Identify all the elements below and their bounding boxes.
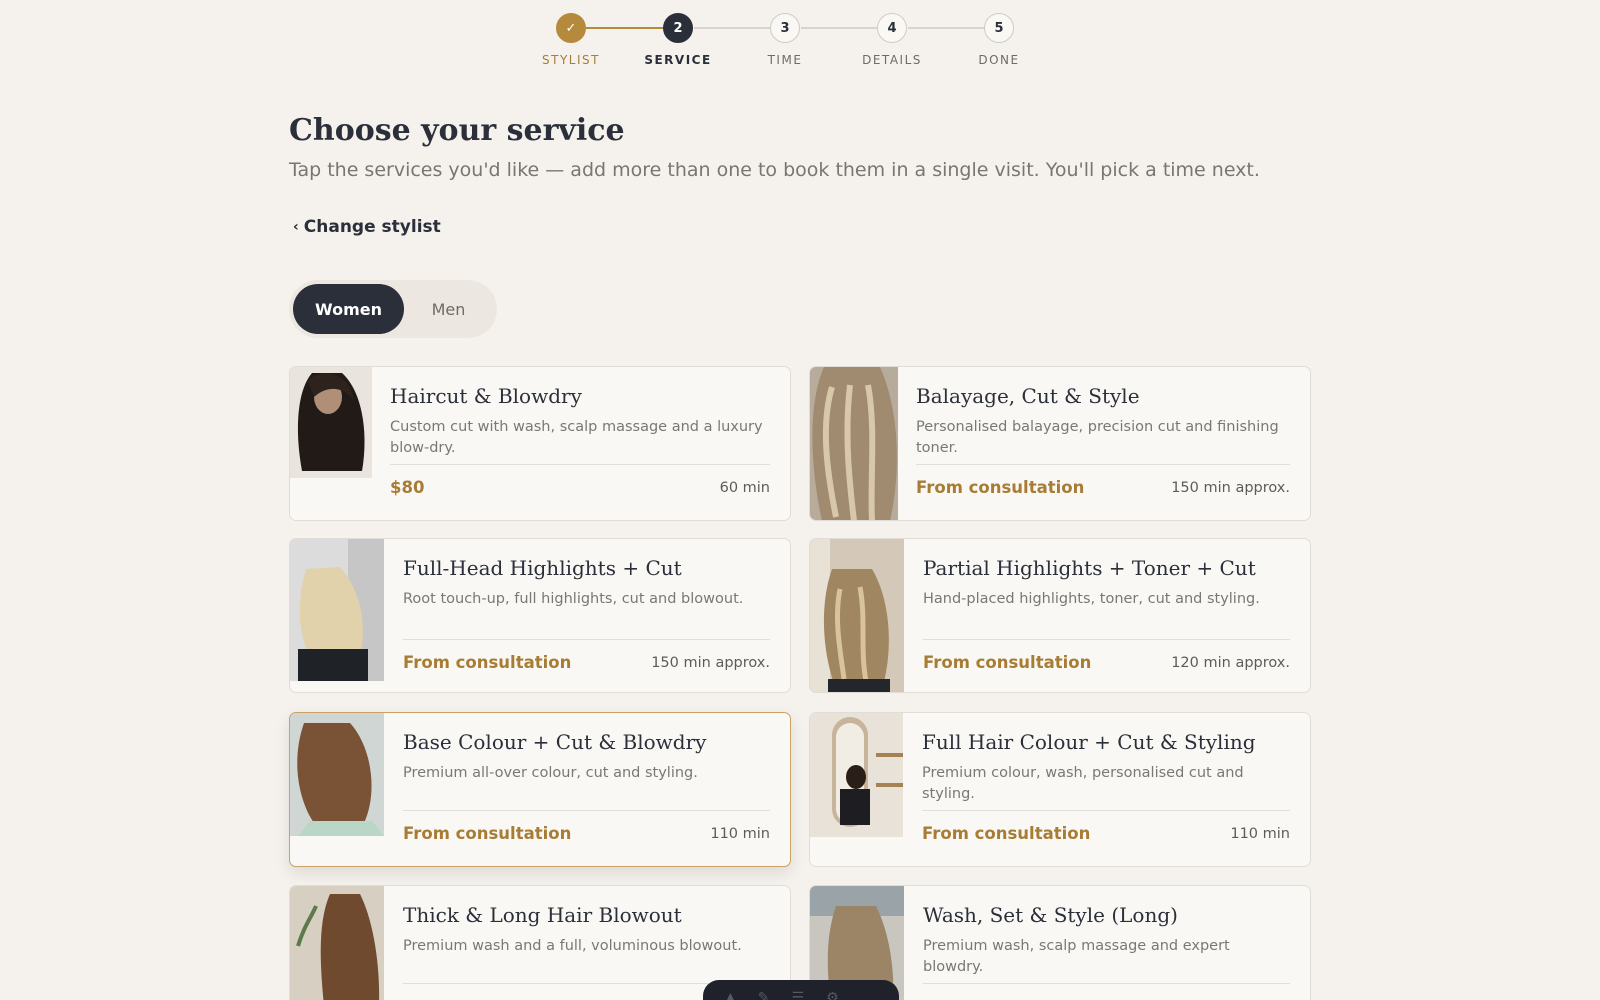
service-photo [290,713,384,836]
step-number: 3 [770,13,800,43]
service-title: Partial Highlights + Toner + Cut [923,556,1256,580]
toolbar-icon[interactable]: ▲ [725,990,736,1000]
service-description: Custom cut with wash, scalp massage and … [390,419,763,456]
service-card-base-colour[interactable]: Base Colour + Cut & Blowdry Premium all-… [289,712,791,867]
step-stylist[interactable]: ✓ STYLIST [531,13,611,67]
service-price: From consultation [403,653,572,672]
service-description: Premium wash and a full, voluminous blow… [403,938,742,954]
service-price: From consultation [922,824,1091,843]
service-description: Personalised balayage, precision cut and… [916,419,1279,456]
service-price: From consultation [916,478,1085,497]
toolbar-icon[interactable]: ☰ [792,990,805,1000]
step-label: STYLIST [542,53,600,67]
service-card-partial-highlights[interactable]: Partial Highlights + Toner + Cut Hand-pl… [809,538,1311,693]
step-done: 5 DONE [959,13,1039,67]
service-duration: 110 min [710,825,770,842]
service-title: Thick & Long Hair Blowout [403,903,682,927]
step-label: DETAILS [862,53,922,67]
progress-stepper: ✓ STYLIST 2 SERVICE 3 TIME 4 DETAILS 5 D… [542,13,1035,73]
service-title: Wash, Set & Style (Long) [923,903,1178,927]
service-duration: 60 min [719,479,770,496]
chevron-left-icon: ‹ [293,219,299,235]
service-price: $80 [390,478,425,497]
service-card-full-hair-colour[interactable]: Full Hair Colour + Cut & Styling Premium… [809,712,1311,867]
service-price: From consultation [403,824,572,843]
service-description: Root touch-up, full highlights, cut and … [403,591,744,607]
step-service: 2 SERVICE [638,13,718,67]
service-title: Base Colour + Cut & Blowdry [403,730,707,754]
service-card-full-head-highlights[interactable]: Full-Head Highlights + Cut Root touch-up… [289,538,791,693]
service-duration: 110 min [1230,825,1290,842]
service-photo [290,367,372,478]
floating-toolbar[interactable]: ▲ ✎ ☰ ⚙ [703,980,899,1000]
service-duration: 150 min approx. [651,654,770,671]
check-icon: ✓ [556,13,586,43]
service-duration: 120 min approx. [1171,654,1290,671]
service-photo [290,539,384,681]
service-description: Hand-placed highlights, toner, cut and s… [923,591,1260,607]
men-tab[interactable]: Men [404,284,493,334]
service-duration: 150 min approx. [1171,479,1290,496]
step-label: DONE [978,53,1020,67]
service-photo [810,713,903,837]
step-number: 5 [984,13,1014,43]
service-card-balayage[interactable]: Balayage, Cut & Style Personalised balay… [809,366,1311,521]
service-description: Premium all-over colour, cut and styling… [403,765,698,781]
women-tab[interactable]: Women [293,284,404,334]
step-number: 2 [663,13,693,43]
service-price: From consultation [923,653,1092,672]
step-number: 4 [877,13,907,43]
page-subtitle: Tap the services you'd like — add more t… [289,159,1260,181]
change-stylist-link[interactable]: ‹ Change stylist [293,217,441,237]
service-description: Premium colour, wash, personalised cut a… [922,765,1244,802]
gender-toggle: Women Men [289,280,497,338]
step-time: 3 TIME [745,13,825,67]
service-photo [810,367,898,520]
service-description: Premium wash, scalp massage and expert b… [923,938,1230,975]
service-photo [810,539,904,692]
service-photo [290,886,384,1000]
step-label: SERVICE [644,53,712,67]
step-details: 4 DETAILS [852,13,932,67]
toolbar-icon[interactable]: ✎ [758,990,770,1000]
service-title: Balayage, Cut & Style [916,384,1140,408]
service-card-haircut-blowdry[interactable]: Haircut & Blowdry Custom cut with wash, … [289,366,791,521]
change-stylist-label: Change stylist [303,217,441,237]
service-title: Full Hair Colour + Cut & Styling [922,730,1256,754]
step-label: TIME [767,53,803,67]
page-title: Choose your service [289,113,625,148]
service-title: Full-Head Highlights + Cut [403,556,682,580]
settings-icon[interactable]: ⚙ [826,990,839,1000]
service-title: Haircut & Blowdry [390,384,582,408]
